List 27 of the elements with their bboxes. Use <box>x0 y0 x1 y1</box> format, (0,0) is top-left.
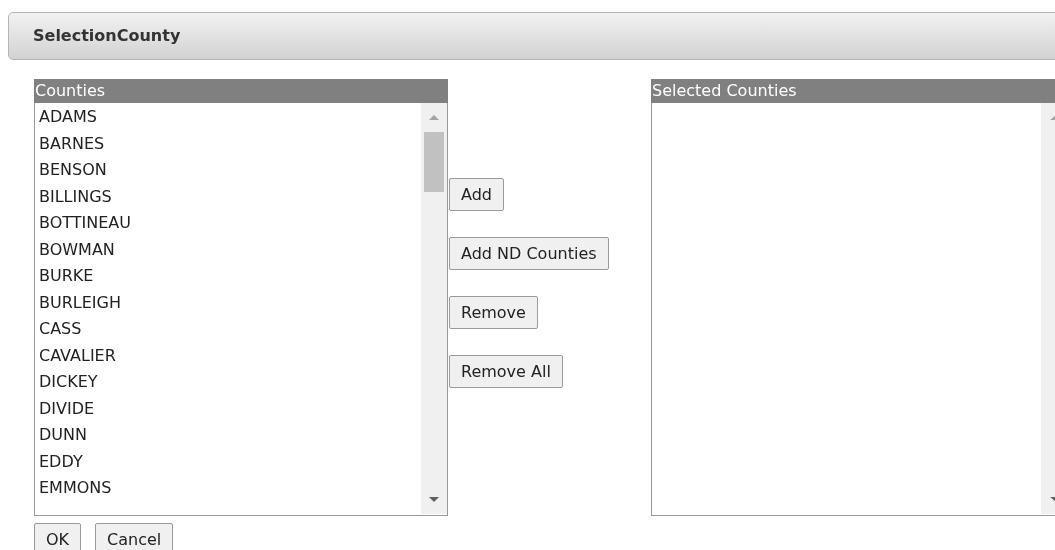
selected-list[interactable] <box>651 103 1055 516</box>
list-item[interactable]: BOWMAN <box>39 236 421 263</box>
list-item[interactable]: CAVALIER <box>39 342 421 369</box>
list-item[interactable]: CASS <box>39 316 421 343</box>
dialog-button[interactable]: OK <box>34 523 82 550</box>
list-item[interactable]: ADAMS <box>39 104 421 131</box>
move-button[interactable]: Add <box>449 178 504 211</box>
list-header: Selected Counties <box>651 79 1055 103</box>
list-item[interactable]: EMMONS <box>39 475 421 502</box>
list-item[interactable]: BURKE <box>39 263 421 290</box>
list-item[interactable]: BENSON <box>39 157 421 184</box>
list-item[interactable]: DUNN <box>39 422 421 449</box>
list-item[interactable]: BOTTINEAU <box>39 210 421 237</box>
panel-title: SelectionCounty <box>8 12 1055 60</box>
list-item[interactable]: BILLINGS <box>39 183 421 210</box>
list-item[interactable]: BARNES <box>39 130 421 157</box>
list-item[interactable]: BURLEIGH <box>39 289 421 316</box>
list-item[interactable]: DICKEY <box>39 369 421 396</box>
move-button[interactable]: Add ND Counties <box>449 237 609 270</box>
dialog-button[interactable]: Cancel <box>95 523 174 550</box>
move-button[interactable]: Remove All <box>449 355 563 388</box>
scrollbar[interactable] <box>421 103 447 514</box>
list-header: Counties <box>34 79 448 103</box>
list-item[interactable]: DIVIDE <box>39 395 421 422</box>
list-item[interactable]: EDDY <box>39 448 421 475</box>
move-button[interactable]: Remove <box>449 296 538 329</box>
county-list[interactable]: ADAMS BARNES BENSON BILLINGS BOTTINEAU BOWMAN BURKE BURLEIGH CASS CAVALIER DICKEY DIVIDE DUNN EDDY EMMONS <box>34 103 448 516</box>
